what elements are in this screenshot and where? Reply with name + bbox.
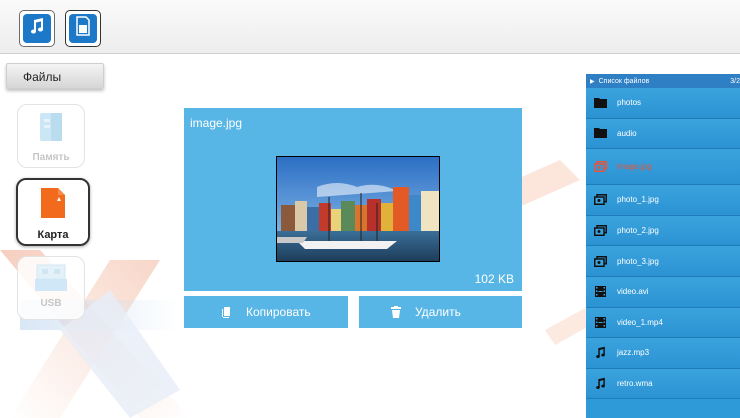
- sd-card-icon: [39, 186, 67, 225]
- storage-memory-button[interactable]: Память: [17, 104, 85, 168]
- list-item-photos[interactable]: photos: [586, 88, 740, 119]
- list-item-jazz-mp3[interactable]: jazz.mp3: [586, 338, 740, 369]
- list-item-label: photo_3.jpg: [617, 256, 659, 266]
- copy-button-label: Копировать: [246, 305, 311, 319]
- music-note-icon: [593, 346, 607, 359]
- files-tab[interactable]: Файлы: [6, 63, 104, 89]
- list-item-video-avi[interactable]: video.avi: [586, 276, 740, 308]
- image-icon: [593, 255, 607, 267]
- music-note-icon: [593, 377, 607, 390]
- usb-icon: [34, 263, 68, 298]
- image-preview-panel: image.jpg 102 KB: [184, 108, 522, 291]
- list-item-label: jazz.mp3: [617, 348, 650, 358]
- top-toolbar: [0, 0, 740, 54]
- image-icon: [593, 225, 607, 237]
- image-icon: [593, 161, 607, 173]
- film-icon: [593, 316, 607, 328]
- storage-card-button[interactable]: Карта: [16, 178, 90, 246]
- list-item-photo-2[interactable]: photo_2.jpg: [586, 215, 740, 247]
- list-item-label: photo_2.jpg: [617, 226, 659, 236]
- copy-button[interactable]: Копировать: [184, 296, 348, 328]
- storage-card-label: Карта: [37, 229, 69, 241]
- internal-memory-icon: [38, 111, 64, 148]
- file-list-header: ▶ Список файлов 3/2: [586, 74, 740, 88]
- list-item-image-jpg[interactable]: image.jpg: [586, 149, 740, 186]
- list-item-retro-wma[interactable]: retro.wma: [586, 368, 740, 400]
- storage-usb-button[interactable]: USB: [17, 256, 85, 320]
- storage-memory-label: Память: [32, 152, 70, 163]
- file-list-panel: ▶ Список файлов 3/2 photos audio image.j…: [586, 74, 740, 418]
- image-icon: [593, 194, 607, 206]
- preview-image: [276, 156, 440, 262]
- list-item-audio[interactable]: audio: [586, 118, 740, 150]
- delete-button-label: Удалить: [415, 305, 461, 319]
- storage-usb-label: USB: [40, 298, 62, 309]
- caret-right-icon[interactable]: ▶: [590, 78, 595, 85]
- sd-card-tab-button[interactable]: [65, 10, 101, 47]
- list-item-label: photo_1.jpg: [617, 195, 659, 205]
- sd-card-icon: [76, 16, 90, 41]
- copy-icon: [222, 306, 232, 318]
- folder-icon: [593, 128, 607, 139]
- preview-filesize: 102 KB: [474, 272, 514, 286]
- list-item-label: image.jpg: [617, 162, 652, 172]
- list-item-video-1-mp4[interactable]: video_1.mp4: [586, 307, 740, 339]
- delete-button[interactable]: Удалить: [359, 296, 522, 328]
- trash-icon: [391, 306, 401, 318]
- film-icon: [593, 286, 607, 298]
- file-list-count: 3/2: [730, 77, 740, 85]
- preview-filename: image.jpg: [190, 116, 243, 130]
- file-list-title: Список файлов: [598, 77, 650, 85]
- list-item-label: photos: [617, 98, 642, 108]
- folder-icon: [593, 97, 607, 108]
- list-item-photo-1[interactable]: photo_1.jpg: [586, 185, 740, 216]
- list-item-label: video_1.mp4: [617, 317, 663, 327]
- list-item-photo-3[interactable]: photo_3.jpg: [586, 246, 740, 277]
- list-item-label: video.avi: [617, 287, 649, 297]
- music-note-icon: [28, 17, 46, 40]
- list-item-label: retro.wma: [617, 379, 653, 389]
- list-item-label: audio: [617, 128, 637, 138]
- music-tab-button[interactable]: [19, 10, 55, 47]
